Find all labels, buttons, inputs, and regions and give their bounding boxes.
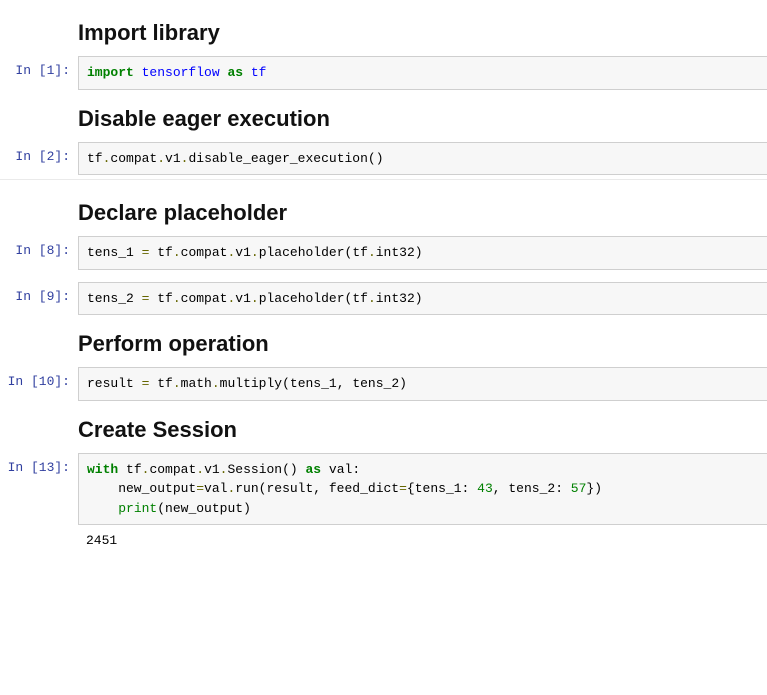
input-prompt: In [8]: — [0, 236, 78, 266]
section-heading: Declare placeholder — [78, 200, 767, 226]
heading-block: Disable eager execution — [0, 90, 767, 142]
cell-gap — [0, 270, 767, 282]
code-cell: In [1]:import tensorflow as tf — [0, 56, 767, 90]
code-input[interactable]: tens_1 = tf.compat.v1.placeholder(tf.int… — [78, 236, 767, 270]
heading-block: Import library — [0, 4, 767, 56]
heading-block: Perform operation — [0, 315, 767, 367]
notebook-root: Import libraryIn [1]:import tensorflow a… — [0, 4, 767, 557]
code-input[interactable]: result = tf.math.multiply(tens_1, tens_2… — [78, 367, 767, 401]
input-prompt: In [2]: — [0, 142, 78, 172]
code-cell: In [13]:with tf.compat.v1.Session() as v… — [0, 453, 767, 526]
heading-block: Create Session — [0, 401, 767, 453]
section-heading: Perform operation — [78, 331, 767, 357]
code-cell: In [9]:tens_2 = tf.compat.v1.placeholder… — [0, 282, 767, 316]
output-cell: 2451 — [0, 525, 767, 557]
code-input[interactable]: with tf.compat.v1.Session() as val: new_… — [78, 453, 767, 526]
input-prompt: In [13]: — [0, 453, 78, 483]
code-input[interactable]: tf.compat.v1.disable_eager_execution() — [78, 142, 767, 176]
code-input[interactable]: tens_2 = tf.compat.v1.placeholder(tf.int… — [78, 282, 767, 316]
code-input[interactable]: import tensorflow as tf — [78, 56, 767, 90]
code-cell: In [8]:tens_1 = tf.compat.v1.placeholder… — [0, 236, 767, 270]
section-heading: Create Session — [78, 417, 767, 443]
section-heading: Import library — [78, 20, 767, 46]
stdout-output: 2451 — [78, 525, 767, 557]
heading-block: Declare placeholder — [0, 184, 767, 236]
input-prompt: In [10]: — [0, 367, 78, 397]
input-prompt: In [9]: — [0, 282, 78, 312]
section-heading: Disable eager execution — [78, 106, 767, 132]
code-cell: In [2]:tf.compat.v1.disable_eager_execut… — [0, 142, 767, 176]
separator — [0, 179, 767, 180]
code-cell: In [10]:result = tf.math.multiply(tens_1… — [0, 367, 767, 401]
input-prompt: In [1]: — [0, 56, 78, 86]
